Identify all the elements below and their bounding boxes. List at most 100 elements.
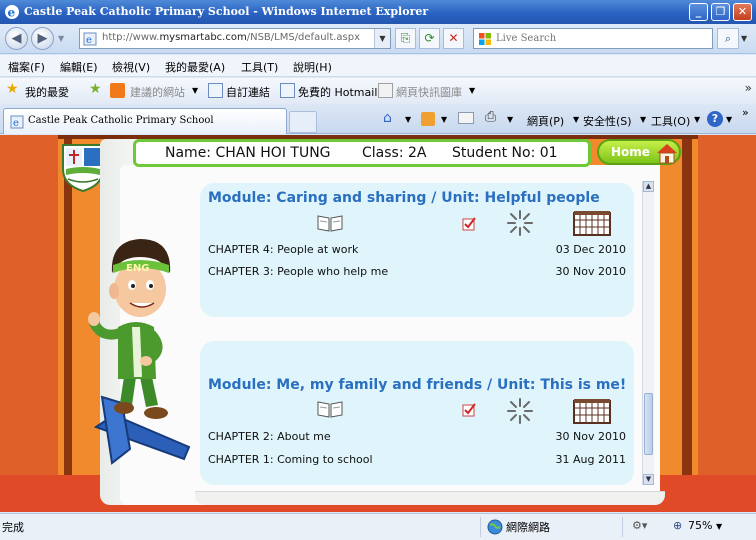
maximize-button[interactable]: ❐ xyxy=(711,3,730,21)
chevron-right-icon[interactable]: » xyxy=(745,81,752,95)
cmd-tools[interactable]: 工具(O) xyxy=(651,113,690,129)
back-button[interactable]: ◀ xyxy=(5,27,28,50)
search-input[interactable] xyxy=(496,30,708,47)
home-icon[interactable]: ⌂ xyxy=(383,110,399,126)
page-icon xyxy=(280,83,295,98)
chapter-row[interactable]: CHAPTER 1: Coming to school 31 Aug 2011 xyxy=(208,453,626,471)
zoom-level[interactable]: 75% xyxy=(688,519,712,532)
live-search-icon xyxy=(479,33,491,45)
mail-icon[interactable] xyxy=(458,112,474,124)
address-field[interactable]: e http://www.mysmartabc.com/NSB/LMS/defa… xyxy=(79,28,391,49)
svg-text:e: e xyxy=(86,35,92,46)
scroll-down-icon[interactable]: ▼ xyxy=(643,474,654,485)
web-slice-icon xyxy=(378,83,393,98)
mascot-illustration: ENG xyxy=(88,239,191,465)
help-dropdown-icon[interactable]: ▼ xyxy=(726,115,732,124)
feeds-dropdown-icon[interactable]: ▼ xyxy=(441,115,447,124)
home-button-label: Home xyxy=(611,145,650,159)
chapter-title[interactable]: CHAPTER 1: Coming to school xyxy=(208,453,373,466)
chapter-title[interactable]: CHAPTER 2: About me xyxy=(208,430,331,443)
compatibility-button[interactable]: ⎘ xyxy=(395,28,416,49)
menu-file[interactable]: 檔案(F) xyxy=(8,59,45,75)
home-dropdown-icon[interactable]: ▼ xyxy=(405,115,411,124)
status-separator xyxy=(480,517,481,537)
student-name: Name: CHAN HOI TUNG xyxy=(165,145,331,161)
zoom-icon[interactable]: ⊕ xyxy=(673,519,682,532)
help-icon[interactable]: ? xyxy=(707,111,723,127)
check-icon[interactable] xyxy=(462,403,476,417)
compat-icon: ⎘ xyxy=(400,31,411,45)
chapter-date: 30 Nov 2010 xyxy=(555,265,626,278)
search-button[interactable]: ⌕ xyxy=(717,28,739,49)
headband-text: ENG xyxy=(126,263,149,274)
search-field[interactable] xyxy=(473,28,713,49)
sparkle-icon[interactable] xyxy=(506,209,534,237)
menu-tools[interactable]: 工具(T) xyxy=(241,59,278,75)
module-title: Module: Caring and sharing / Unit: Helpf… xyxy=(208,190,600,206)
module-panel: Module: Me, my family and friends / Unit… xyxy=(200,341,634,485)
web-content: Name: CHAN HOI TUNG Class: 2A Student No… xyxy=(0,135,756,512)
search-options-icon[interactable]: ▼ xyxy=(741,34,747,43)
book-icon[interactable] xyxy=(316,213,344,233)
frame-pole-left xyxy=(64,139,72,512)
favorites-button[interactable]: 我的最愛 xyxy=(25,84,69,100)
tools-dropdown-icon: ▼ xyxy=(694,115,701,124)
fav-web-slice-gallery[interactable]: 網頁快訊圖庫 xyxy=(396,84,462,100)
tab-school[interactable]: e Castle Peak Catholic Primary School xyxy=(3,108,287,134)
window-title: Castle Peak Catholic Primary School - Wi… xyxy=(24,5,429,18)
calendar-icon[interactable] xyxy=(572,397,612,425)
history-dropdown-icon[interactable]: ▼ xyxy=(58,34,64,43)
forward-button[interactable]: ▶ xyxy=(31,27,54,50)
chapter-row[interactable]: CHAPTER 3: People who help me 30 Nov 201… xyxy=(208,265,626,283)
address-url: http://www.mysmartabc.com/NSB/LMS/defaul… xyxy=(102,32,361,43)
sparkle-icon[interactable] xyxy=(506,397,534,425)
chapter-row[interactable]: CHAPTER 4: People at work 03 Dec 2010 xyxy=(208,243,626,261)
chevron-right-icon[interactable]: » xyxy=(742,106,749,119)
scroll-thumb[interactable] xyxy=(644,393,653,455)
book-icon[interactable] xyxy=(316,399,344,419)
menu-edit[interactable]: 編輯(E) xyxy=(60,59,98,75)
refresh-button[interactable]: ⟳ xyxy=(419,28,440,49)
fav-custom-links[interactable]: 自訂連結 xyxy=(226,84,270,100)
content-scrollbar[interactable]: ▲ ▼ xyxy=(642,181,654,485)
print-dropdown-icon[interactable]: ▼ xyxy=(507,115,513,124)
menu-view[interactable]: 檢視(V) xyxy=(112,59,150,75)
forward-icon: ▶ xyxy=(37,31,48,46)
search-icon: ⌕ xyxy=(724,32,732,45)
cmd-page[interactable]: 網頁(P) xyxy=(527,113,564,129)
refresh-icon: ⟳ xyxy=(424,31,435,45)
fav-hotmail[interactable]: 免費的 Hotmail xyxy=(298,84,377,100)
svg-text:e: e xyxy=(13,118,19,129)
ie-logo-icon: e xyxy=(5,5,19,20)
check-icon[interactable] xyxy=(462,217,476,231)
menu-help[interactable]: 說明(H) xyxy=(293,59,332,75)
home-button[interactable]: Home xyxy=(597,139,681,165)
scroll-up-icon[interactable]: ▲ xyxy=(643,181,654,192)
globe-icon xyxy=(487,519,503,535)
chapter-title[interactable]: CHAPTER 4: People at work xyxy=(208,243,358,256)
web-slice-dropdown-icon[interactable]: ▼ xyxy=(469,86,475,95)
menu-favorites[interactable]: 我的最愛(A) xyxy=(165,59,225,75)
menu-bar: 檔案(F) 編輯(E) 檢視(V) 我的最愛(A) 工具(T) 說明(H) xyxy=(0,55,756,77)
svg-text:e: e xyxy=(8,6,16,20)
print-icon[interactable]: ⎙ xyxy=(485,109,501,125)
new-tab-button[interactable] xyxy=(289,111,317,133)
suggested-dropdown-icon[interactable]: ▼ xyxy=(192,86,198,95)
favorites-bar: ★ 我的最愛 ★ 建議的網站 ▼ 自訂連結 免費的 Hotmail 網頁快訊圖庫… xyxy=(0,78,756,104)
stop-button[interactable]: ✕ xyxy=(443,28,464,49)
chapter-row[interactable]: CHAPTER 2: About me 30 Nov 2010 xyxy=(208,430,626,448)
suggested-sites-icon xyxy=(110,83,125,98)
add-favorite-icon[interactable]: ★ xyxy=(89,81,104,97)
module-title: Module: Me, my family and friends / Unit… xyxy=(208,377,627,393)
cmd-safety[interactable]: 安全性(S) xyxy=(583,113,632,129)
page-icon: e xyxy=(83,32,97,46)
minimize-button[interactable]: _ xyxy=(689,3,708,21)
chapter-title[interactable]: CHAPTER 3: People who help me xyxy=(208,265,388,278)
calendar-icon[interactable] xyxy=(572,209,612,237)
fav-suggested-sites[interactable]: 建議的網站 xyxy=(130,84,185,100)
feeds-icon[interactable] xyxy=(421,112,435,126)
zoom-dropdown-icon[interactable]: ▼ xyxy=(716,522,722,531)
close-button[interactable]: ✕ xyxy=(733,3,752,21)
address-dropdown-icon[interactable]: ▼ xyxy=(374,29,390,48)
protected-mode-icon[interactable]: ⚙▾ xyxy=(632,519,647,532)
